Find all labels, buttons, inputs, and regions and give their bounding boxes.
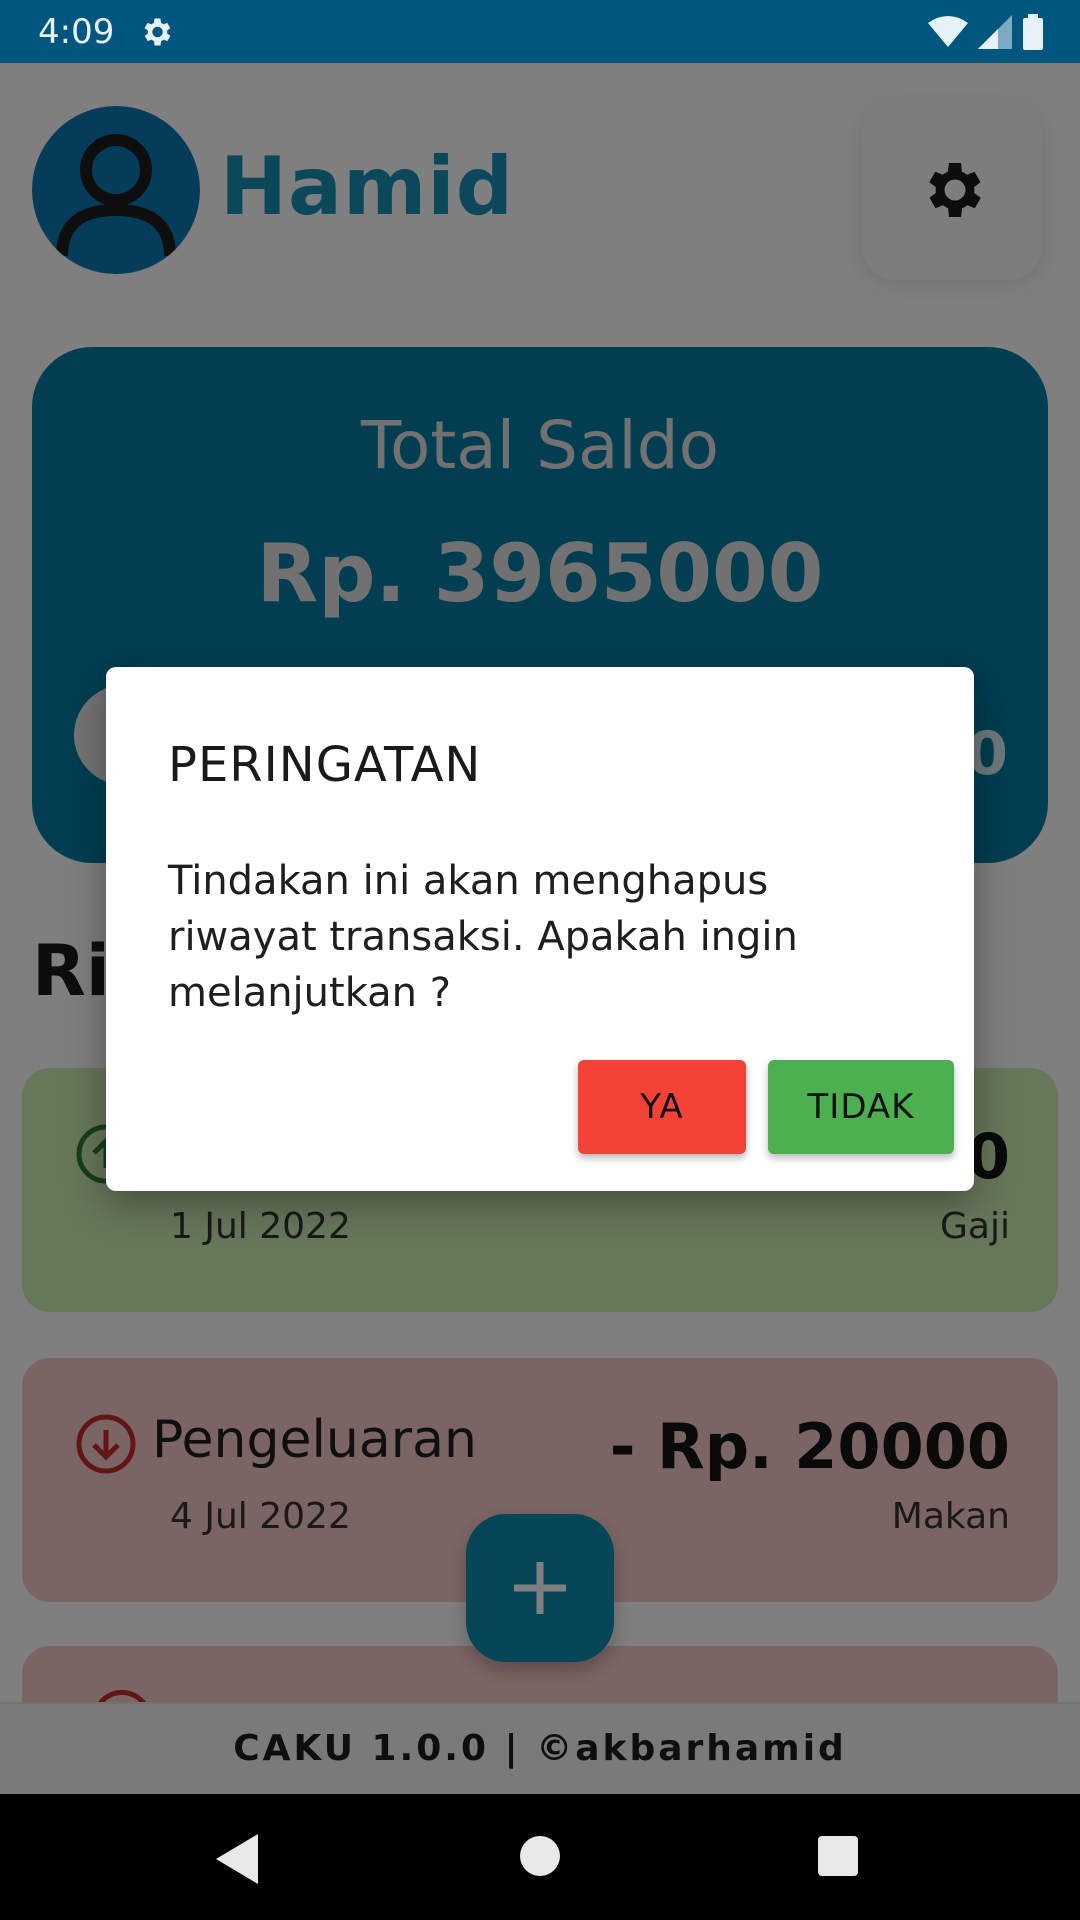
dialog-message: Tindakan ini akan menghapus riwayat tran… xyxy=(168,858,798,1016)
back-icon[interactable] xyxy=(210,1830,262,1888)
status-indicators xyxy=(928,14,1044,50)
confirm-dialog: PERINGATAN Tindakan ini akan menghapus r… xyxy=(106,667,974,1191)
battery-icon xyxy=(1023,14,1043,50)
status-time: 4:09 xyxy=(38,12,115,52)
wifi-icon xyxy=(928,16,968,47)
recents-icon[interactable] xyxy=(818,1836,858,1876)
status-bar: 4:09 xyxy=(0,0,1080,63)
confirm-button[interactable]: YA xyxy=(578,1060,746,1154)
navigation-bar xyxy=(0,1794,1080,1920)
settings-status-icon xyxy=(144,18,171,46)
cancel-button[interactable]: TIDAK xyxy=(768,1060,954,1154)
app-screen: 4:09 Hamid To xyxy=(0,0,1080,1920)
signal-icon xyxy=(978,15,1012,49)
dialog-title: PERINGATAN xyxy=(168,737,482,793)
home-icon[interactable] xyxy=(520,1836,560,1876)
